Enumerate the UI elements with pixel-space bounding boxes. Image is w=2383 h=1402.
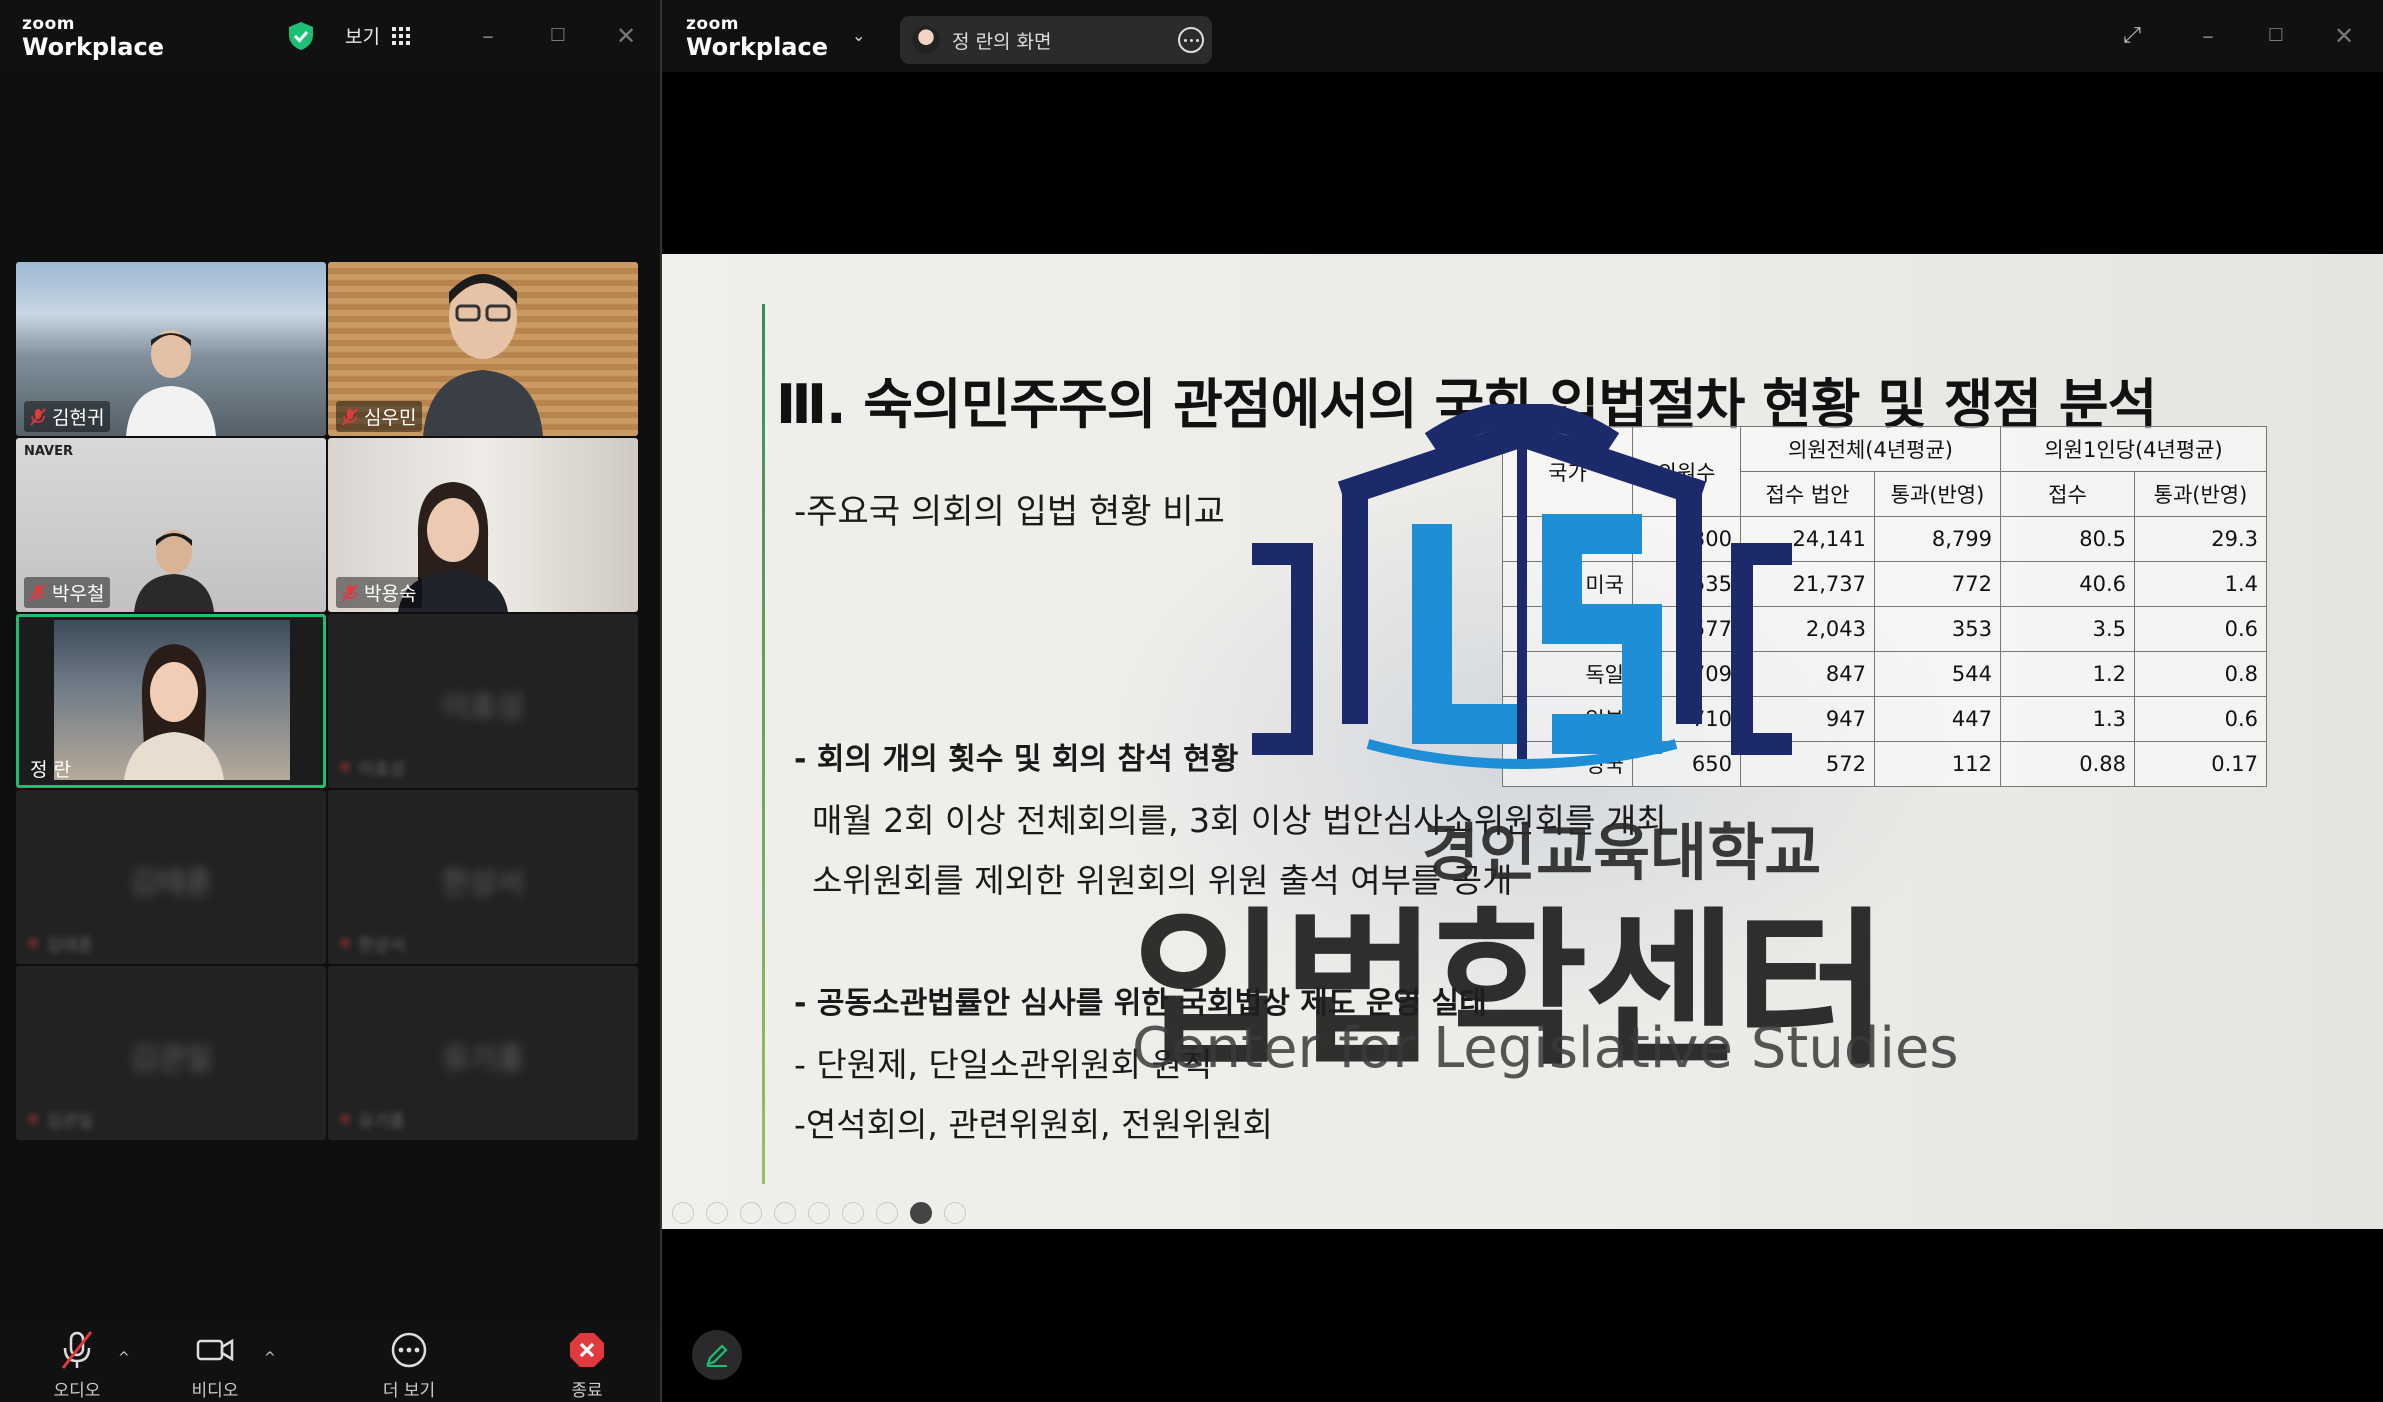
slide-toolbar [672,1202,966,1224]
participant-tile[interactable]: 김태훈 ✕ 김태훈 [16,790,326,964]
video-button[interactable]: 비디오 [160,1330,270,1401]
center-logo-icon [1252,404,1792,770]
brand-label: NAVER [24,444,74,459]
maximize-icon[interactable]: ☐ [2262,22,2290,50]
next-icon[interactable] [706,1202,728,1224]
screen-share-indicator[interactable]: 정 란의 화면 [900,16,1212,64]
participant-gallery: 김현귀 심우민 NAVER 박우철 박용숙 정 란 이효성 ✕ 이효성 김태훈 … [16,262,642,1142]
screen-share-window: zoom Workplace ⌄ 정 란의 화면 ⤢ – ☐ ✕ Ⅲ. 숙의민주… [660,0,2383,1402]
mic-off-icon [342,583,358,602]
avatar [912,26,940,54]
participant-tile[interactable]: 한상서 ✕ 한상서 [328,790,638,964]
participant-tile[interactable]: 심우민 [328,262,638,436]
pen-icon[interactable] [740,1202,762,1224]
expand-icon[interactable]: ⤢ [2118,22,2146,50]
audio-button[interactable]: 오디오 [22,1330,132,1401]
slide-accent-line [762,304,765,1184]
participant-tile[interactable]: 박용숙 [328,438,638,612]
video-options-icon[interactable]: ^ [264,1350,276,1366]
prev-icon[interactable] [672,1202,694,1224]
pencil-icon [706,1344,728,1367]
participant-tile[interactable]: 유기홍 ✕ 유기홍 [328,966,638,1140]
person-silhouette [134,530,214,612]
participant-tile-active[interactable]: 정 란 [16,614,326,788]
grid-icon [391,26,410,45]
watermark-center-english: Center for Legislative Studies [1132,1016,1959,1081]
zoom-logo: zoom Workplace [22,14,165,61]
person-silhouette [124,644,224,780]
mic-off-icon [30,407,46,426]
section-heading: - 회의 개의 횟수 및 회의 참석 현황 [794,742,1239,777]
right-titlebar: zoom Workplace ⌄ 정 란의 화면 ⤢ – ☐ ✕ [662,0,2383,72]
minimize-icon[interactable]: – [474,22,502,50]
participant-tile[interactable]: NAVER 박우철 [16,438,326,612]
video-camera-icon [196,1338,234,1362]
more-button[interactable]: 더 보기 [354,1330,464,1401]
annotate-button[interactable] [692,1330,742,1380]
person-silhouette [126,330,216,436]
slides-icon[interactable] [808,1202,830,1224]
view-button[interactable]: 보기 [345,22,410,49]
gallery-window: zoom Workplace 보기 – ☐ ✕ 김현귀 심우민 NAVER 박우… [0,0,660,1402]
participant-tile[interactable]: 김관일 ✕ 김관일 [16,966,326,1140]
zoom-icon[interactable] [842,1202,864,1224]
shield-icon[interactable] [287,21,315,51]
mic-off-icon [30,583,46,602]
shared-slide: Ⅲ. 숙의민주주의 관점에서의 국회 입법절차 현황 및 쟁점 분석 -주요국 … [662,254,2383,1229]
left-titlebar: zoom Workplace 보기 – ☐ ✕ [0,0,660,72]
close-icon[interactable]: ✕ [612,22,640,50]
participant-video [54,620,290,780]
subtitles-icon[interactable] [876,1202,898,1224]
minimize-icon[interactable]: – [2194,22,2222,50]
chevron-down-icon[interactable]: ⌄ [852,26,865,45]
mic-off-icon: ✕ [26,1109,41,1130]
mic-off-icon [342,407,358,426]
participant-tile[interactable]: 이효성 ✕ 이효성 [328,614,638,788]
mic-off-icon: ✕ [338,933,353,954]
person-silhouette [423,274,543,436]
end-icon [570,1333,604,1367]
mic-off-icon: ✕ [338,1109,353,1130]
audio-options-icon[interactable]: ^ [118,1350,130,1366]
end-meeting-button[interactable]: 종료 [532,1330,642,1401]
more-icon[interactable] [1178,27,1204,53]
slide-subtitle: -주요국 의회의 입법 현황 비교 [794,492,1225,532]
more-options-icon[interactable] [944,1202,966,1224]
zoom-logo: zoom Workplace [686,14,829,61]
bullet-text: -연석회의, 관련위원회, 전원위원회 [794,1105,1273,1144]
mic-off-icon: ✕ [338,757,353,778]
highlighter-icon[interactable] [774,1202,796,1224]
mic-off-icon: ✕ [26,933,41,954]
meeting-toolbar: 오디오 ^ 비디오 ^ 더 보기 종료 [0,1322,660,1402]
camera-icon[interactable] [910,1202,932,1224]
participant-tile[interactable]: 김현귀 [16,262,326,436]
mic-off-icon [61,1331,93,1369]
close-icon[interactable]: ✕ [2330,22,2358,50]
more-icon [391,1332,427,1368]
maximize-icon[interactable]: ☐ [544,22,572,50]
